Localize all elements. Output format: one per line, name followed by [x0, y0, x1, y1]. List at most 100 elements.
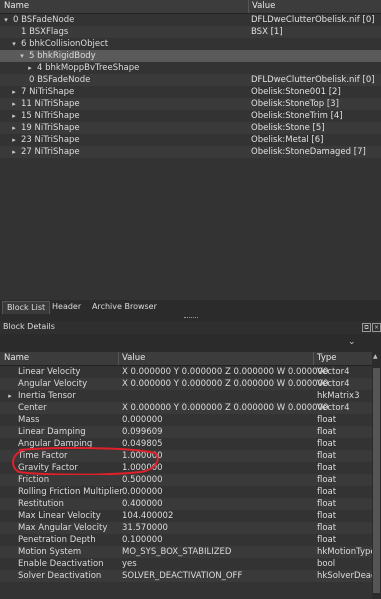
- tree-row[interactable]: 0 BSFadeNode DFLDweClutterObelisk.nif [0]: [0, 74, 381, 86]
- tree-row[interactable]: ▸ 7 NiTriShape Obelisk:Stone001 [2]: [0, 86, 381, 98]
- block-details-toolbar: ⌄: [0, 335, 381, 352]
- details-row-name: Linear Damping: [18, 427, 86, 437]
- details-row-value[interactable]: 1.000000: [122, 462, 163, 474]
- details-row[interactable]: Time Factor 1.000000 float: [0, 450, 372, 462]
- details-row-type: float: [317, 511, 337, 521]
- details-row-value[interactable]: 0.000000: [122, 486, 163, 498]
- details-col-name[interactable]: Name: [4, 353, 29, 363]
- details-row[interactable]: Angular Damping 0.049805 float: [0, 438, 372, 450]
- tab-archive-browser[interactable]: Archive Browser: [88, 301, 161, 313]
- details-row-value[interactable]: 0.100000: [122, 534, 163, 546]
- tree-row-value: DFLDweClutterObelisk.nif [0]: [251, 75, 375, 85]
- details-row-value[interactable]: X 0.000000 Y 0.000000 Z 0.000000 W 0.000…: [122, 378, 328, 390]
- details-row-type: float: [317, 451, 337, 461]
- chevron-down-icon[interactable]: ⌄: [348, 337, 356, 347]
- details-row[interactable]: Max Angular Velocity 31.570000 float: [0, 522, 372, 534]
- details-row-name: Angular Damping: [18, 439, 93, 449]
- tree-row-name: 23 NiTriShape: [21, 135, 80, 145]
- details-row[interactable]: Solver Deactivation SOLVER_DEACTIVATION_O…: [0, 570, 372, 582]
- tree-row[interactable]: ▸ 4 bhkMoppBvTreeShape: [0, 62, 381, 74]
- tree-row[interactable]: ▸ 27 NiTriShape Obelisk:StoneDamaged [7]: [0, 146, 381, 158]
- details-row[interactable]: Friction 0.500000 float: [0, 474, 372, 486]
- tree-row-name: 27 NiTriShape: [21, 147, 80, 157]
- details-row-value[interactable]: X 0.000000 Y 0.000000 Z 0.000000 W 0.000…: [122, 402, 328, 414]
- details-row-name: Friction: [18, 475, 50, 485]
- expand-right-icon[interactable]: ▸: [10, 146, 18, 158]
- details-row-type: float: [317, 427, 337, 437]
- block-details-table[interactable]: Name Value Type Linear Velocity X 0.00000…: [0, 352, 372, 599]
- details-row-value[interactable]: 1.000000: [122, 450, 163, 462]
- tree-row-value: Obelisk:Stone001 [2]: [251, 87, 341, 97]
- expand-right-icon[interactable]: ▸: [10, 110, 18, 122]
- details-row[interactable]: Center X 0.000000 Y 0.000000 Z 0.000000 W…: [0, 402, 372, 414]
- details-row-name: Linear Velocity: [18, 367, 81, 377]
- tree-col-name[interactable]: Name: [4, 1, 29, 11]
- details-col-value[interactable]: Value: [122, 353, 145, 363]
- details-scrollbar-thumb[interactable]: [373, 368, 380, 593]
- details-row-type: hkMotionType: [317, 547, 372, 557]
- details-row[interactable]: Linear Damping 0.099609 float: [0, 426, 372, 438]
- details-row[interactable]: Linear Velocity X 0.000000 Y 0.000000 Z 0…: [0, 366, 372, 378]
- expand-down-icon[interactable]: ▾: [2, 14, 10, 26]
- tab-block-list[interactable]: Block List: [2, 301, 51, 314]
- expand-right-icon[interactable]: ▸: [10, 122, 18, 134]
- expand-down-icon[interactable]: ▾: [18, 50, 26, 62]
- tree-row-name: 6 bhkCollisionObject: [21, 39, 109, 49]
- tree-row[interactable]: ▸ 19 NiTriShape Obelisk:Stone [5]: [0, 122, 381, 134]
- details-row-value[interactable]: 31.570000: [122, 522, 168, 534]
- details-row-value[interactable]: 0.049805: [122, 438, 163, 450]
- tree-col-value[interactable]: Value: [252, 1, 275, 11]
- details-row[interactable]: Gravity Factor 1.000000 float: [0, 462, 372, 474]
- details-row-value[interactable]: 104.400002: [122, 510, 173, 522]
- details-row[interactable]: Angular Velocity X 0.000000 Y 0.000000 Z …: [0, 378, 372, 390]
- details-row-name: Max Angular Velocity: [18, 523, 108, 533]
- tree-row-value: Obelisk:Stone [5]: [251, 123, 325, 133]
- scroll-up-icon[interactable]: ▲: [373, 353, 378, 360]
- details-row[interactable]: Rolling Friction Multiplier 0.000000 float: [0, 486, 372, 498]
- tree-row[interactable]: ▸ 23 NiTriShape Obelisk:Metal [6]: [0, 134, 381, 146]
- details-row[interactable]: ▸ Inertia Tensor hkMatrix3: [0, 390, 372, 402]
- expand-right-icon[interactable]: ▸: [10, 86, 18, 98]
- details-row[interactable]: Enable Deactivation yes bool: [0, 558, 372, 570]
- details-row[interactable]: Penetration Depth 0.100000 float: [0, 534, 372, 546]
- details-row-type: float: [317, 439, 337, 449]
- details-row[interactable]: Restitution 0.400000 float: [0, 498, 372, 510]
- block-details-title: Block Details: [3, 322, 55, 331]
- details-row-value[interactable]: SOLVER_DEACTIVATION_OFF: [122, 570, 242, 582]
- tab-bar: Block List Header Archive Browser: [0, 300, 381, 314]
- details-row[interactable]: Mass 0.000000 float: [0, 414, 372, 426]
- details-row-type: float: [317, 499, 337, 509]
- tree-row[interactable]: ▸ 15 NiTriShape Obelisk:StoneTrim [4]: [0, 110, 381, 122]
- details-row-name: Inertia Tensor: [18, 391, 76, 401]
- details-row-value[interactable]: 0.000000: [122, 414, 163, 426]
- details-row-value[interactable]: 0.099609: [122, 426, 163, 438]
- tree-row[interactable]: ▾ 0 BSFadeNode DFLDweClutterObelisk.nif [0…: [0, 14, 381, 26]
- close-icon[interactable]: ×: [372, 323, 381, 332]
- details-row-value[interactable]: MO_SYS_BOX_STABILIZED: [122, 546, 231, 558]
- details-col-type[interactable]: Type: [317, 353, 337, 363]
- expand-right-icon[interactable]: ▸: [26, 62, 34, 74]
- tree-row[interactable]: ▾ 6 bhkCollisionObject: [0, 38, 381, 50]
- tree-row[interactable]: ▸ 11 NiTriShape Obelisk:StoneTop [3]: [0, 98, 381, 110]
- float-icon[interactable]: ⧉: [362, 323, 371, 332]
- details-row[interactable]: Motion System MO_SYS_BOX_STABILIZED hkMoti…: [0, 546, 372, 558]
- block-tree[interactable]: Name Value ▾ 0 BSFadeNode DFLDweClutterObe…: [0, 0, 381, 300]
- tree-row-name: 19 NiTriShape: [21, 123, 80, 133]
- expand-right-icon[interactable]: ▸: [10, 98, 18, 110]
- tree-row[interactable]: ▾ 5 bhkRigidBody: [0, 50, 381, 62]
- expand-right-icon[interactable]: ▸: [6, 390, 14, 402]
- details-row-value[interactable]: X 0.000000 Y 0.000000 Z 0.000000 W 0.000…: [122, 366, 328, 378]
- details-row-name: Gravity Factor: [18, 463, 78, 473]
- tree-row-value: DFLDweClutterObelisk.nif [0]: [251, 15, 375, 25]
- details-row-value[interactable]: yes: [122, 558, 137, 570]
- tab-header[interactable]: Header: [48, 301, 85, 313]
- tree-header: Name Value: [0, 0, 381, 14]
- details-row-value[interactable]: 0.400000: [122, 498, 163, 510]
- details-row-type: float: [317, 463, 337, 473]
- tree-row-name: 4 bhkMoppBvTreeShape: [37, 63, 140, 73]
- expand-right-icon[interactable]: ▸: [10, 134, 18, 146]
- details-row-value[interactable]: 0.500000: [122, 474, 163, 486]
- expand-down-icon[interactable]: ▾: [10, 38, 18, 50]
- tree-row[interactable]: 1 BSXFlags BSX [1]: [0, 26, 381, 38]
- details-row[interactable]: Max Linear Velocity 104.400002 float: [0, 510, 372, 522]
